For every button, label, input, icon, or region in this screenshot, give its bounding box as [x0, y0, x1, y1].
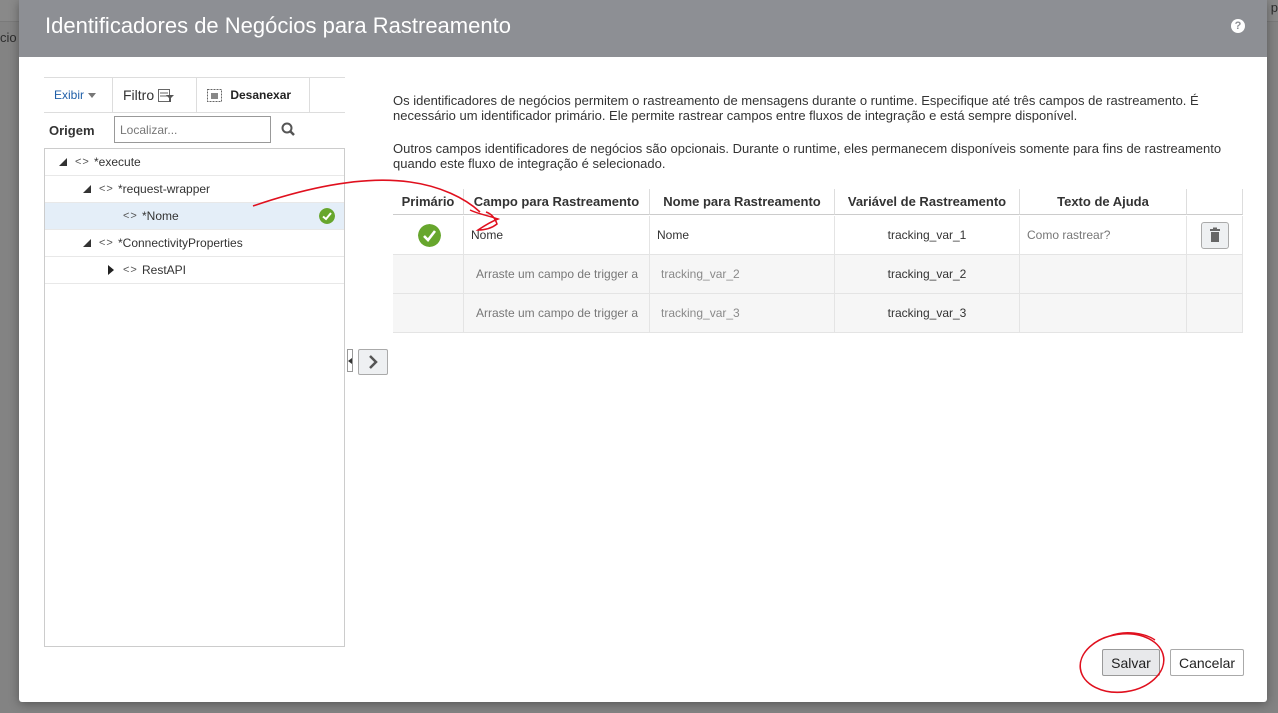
expanded-icon[interactable] [83, 239, 91, 247]
tracking-variable-cell: tracking_var_1 [835, 216, 1020, 255]
tree-node-label: *request-wrapper [118, 182, 211, 196]
tree-node-label: *ConnectivityProperties [118, 236, 243, 250]
tree-node-restapi[interactable]: <> RestAPI [45, 257, 344, 284]
tracking-variable-cell: tracking_var_3 [835, 294, 1020, 333]
expanded-icon[interactable] [83, 185, 91, 193]
primary-cell[interactable] [393, 255, 464, 294]
column-header: Nome para Rastreamento [650, 189, 835, 215]
tree-node-label: RestAPI [142, 263, 187, 277]
tracking-field-cell[interactable]: Arraste um campo de trigger a [464, 255, 650, 294]
exibir-label: Exibir [54, 88, 85, 102]
expanded-icon[interactable] [59, 158, 67, 166]
caret-down-icon [88, 93, 97, 99]
element-icon: <> [123, 210, 138, 222]
check-circle-icon [418, 224, 441, 247]
tree-node-request-wrapper[interactable]: <> *request-wrapper [45, 176, 344, 203]
filtro-label: Filtro [123, 87, 155, 103]
trash-icon [1210, 227, 1220, 242]
cancel-button[interactable]: Cancelar [1170, 649, 1244, 676]
tracking-field-cell[interactable]: Nome [464, 216, 650, 255]
dialog-title: Identificadores de Negócios para Rastrea… [45, 13, 511, 38]
tree-node-nome[interactable]: <> *Nome [45, 203, 344, 230]
column-header-actions [1187, 189, 1243, 215]
column-header: Variável de Rastreamento [835, 189, 1020, 215]
element-icon: <> [75, 156, 90, 168]
dialog-header: Identificadores de Negócios para Rastrea… [19, 0, 1267, 57]
tree-node-execute[interactable]: <> *execute [45, 149, 344, 176]
primary-cell[interactable] [393, 294, 464, 333]
desanexar-label: Desanexar [230, 88, 292, 102]
delete-cell [1187, 216, 1243, 255]
source-tree: <> *execute <> *request-wrapper <> *Nome… [44, 148, 345, 647]
detach-icon [207, 88, 222, 102]
check-circle-icon [319, 208, 335, 224]
collapsed-icon[interactable] [108, 265, 114, 275]
element-icon: <> [123, 264, 138, 276]
exibir-menu-button[interactable]: Exibir [44, 78, 113, 112]
desanexar-button[interactable]: Desanexar [197, 78, 310, 112]
filtro-button[interactable]: Filtro [113, 78, 197, 112]
delete-cell [1187, 294, 1243, 333]
search-input[interactable] [114, 116, 271, 143]
tracking-variable-cell: tracking_var_2 [835, 255, 1020, 294]
search-icon[interactable] [279, 120, 299, 140]
chevron-right-icon [369, 355, 378, 369]
question-icon[interactable]: ? [1231, 19, 1245, 33]
description-paragraph-2: Outros campos identificadores de negócio… [393, 141, 1222, 171]
tree-node-label: *execute [94, 155, 141, 169]
save-button[interactable]: Salvar [1102, 649, 1160, 676]
tracking-name-cell[interactable]: tracking_var_3 [650, 294, 835, 333]
source-toolbar: Exibir Filtro Desanexar [44, 77, 345, 113]
primary-cell[interactable] [393, 216, 464, 255]
tracking-name-cell[interactable]: tracking_var_2 [650, 255, 835, 294]
tracking-table: Primário Campo para Rastreamento Nome pa… [393, 189, 1243, 333]
tree-node-label: *Nome [142, 209, 179, 223]
origem-label: Origem [49, 123, 95, 138]
collapse-panel-handle[interactable] [347, 349, 353, 372]
source-panel: Exibir Filtro Desanexar Origem <> *execu… [44, 77, 345, 647]
tracking-dialog: Identificadores de Negócios para Rastrea… [19, 0, 1267, 702]
tracking-field-cell[interactable]: Arraste um campo de trigger a [464, 294, 650, 333]
delete-cell [1187, 255, 1243, 294]
column-header: Campo para Rastreamento [464, 189, 650, 215]
filter-icon [158, 89, 175, 103]
delete-button[interactable] [1201, 222, 1229, 249]
element-icon: <> [99, 237, 114, 249]
help-text-cell[interactable] [1020, 255, 1187, 294]
move-right-button[interactable] [358, 349, 388, 375]
tree-node-connectivity[interactable]: <> *ConnectivityProperties [45, 230, 344, 257]
help-text-cell[interactable]: Como rastrear? [1020, 216, 1187, 255]
help-text-cell[interactable] [1020, 294, 1187, 333]
element-icon: <> [99, 183, 114, 195]
tracking-name-cell[interactable]: Nome [650, 216, 835, 255]
column-header: Primário [393, 189, 464, 215]
column-header: Texto de Ajuda [1020, 189, 1187, 215]
description-paragraph-1: Os identificadores de negócios permitem … [393, 93, 1199, 123]
